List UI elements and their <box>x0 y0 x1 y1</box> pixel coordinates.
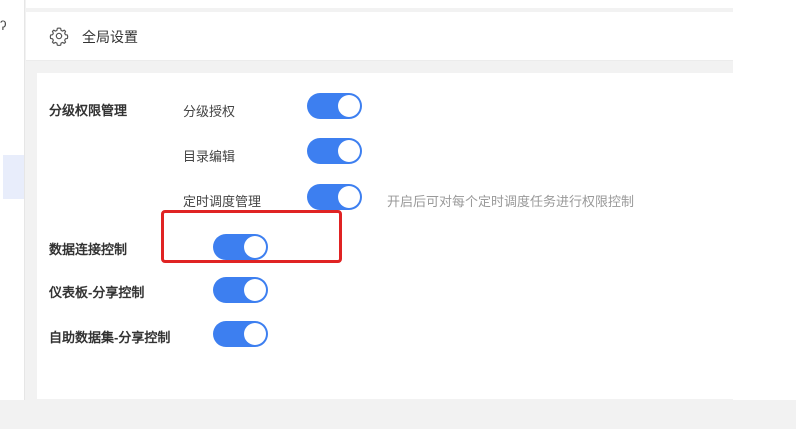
dashboard-share-label: 仪表板-分享控制 <box>49 285 145 300</box>
dashboard-share-toggle[interactable] <box>213 277 268 303</box>
settings-panel <box>37 73 733 399</box>
directory-edit-label: 目录编辑 <box>183 149 236 164</box>
top-card-edge <box>26 0 733 8</box>
self-dataset-share-toggle[interactable] <box>213 321 268 347</box>
toggle-knob <box>338 186 360 208</box>
hierarchy-permission-label: 分级权限管理 <box>49 103 128 118</box>
bottom-background <box>0 400 796 429</box>
page-title: 全局设置 <box>82 29 138 45</box>
key-icon[interactable]: ʔ <box>0 18 12 34</box>
toggle-knob <box>244 279 266 301</box>
directory-edit-toggle[interactable] <box>307 138 362 164</box>
gear-icon <box>49 27 69 46</box>
right-background <box>733 0 796 400</box>
schedule-management-hint: 开启后可对每个定时调度任务进行权限控制 <box>387 194 635 209</box>
hierarchy-authorization-label: 分级授权 <box>183 104 236 119</box>
settings-header: 全局设置 <box>26 12 733 61</box>
schedule-management-toggle[interactable] <box>307 184 362 210</box>
left-nav-strip: ʔ <box>0 0 25 400</box>
toggle-knob <box>338 140 360 162</box>
self-dataset-share-label: 自助数据集-分享控制 <box>49 330 171 345</box>
schedule-management-label: 定时调度管理 <box>183 194 262 209</box>
toggle-knob <box>244 323 266 345</box>
active-nav-indicator[interactable] <box>3 155 24 199</box>
toggle-knob <box>338 95 360 117</box>
data-connection-label: 数据连接控制 <box>49 242 128 257</box>
highlight-box <box>161 210 342 263</box>
hierarchy-authorization-toggle[interactable] <box>307 93 362 119</box>
